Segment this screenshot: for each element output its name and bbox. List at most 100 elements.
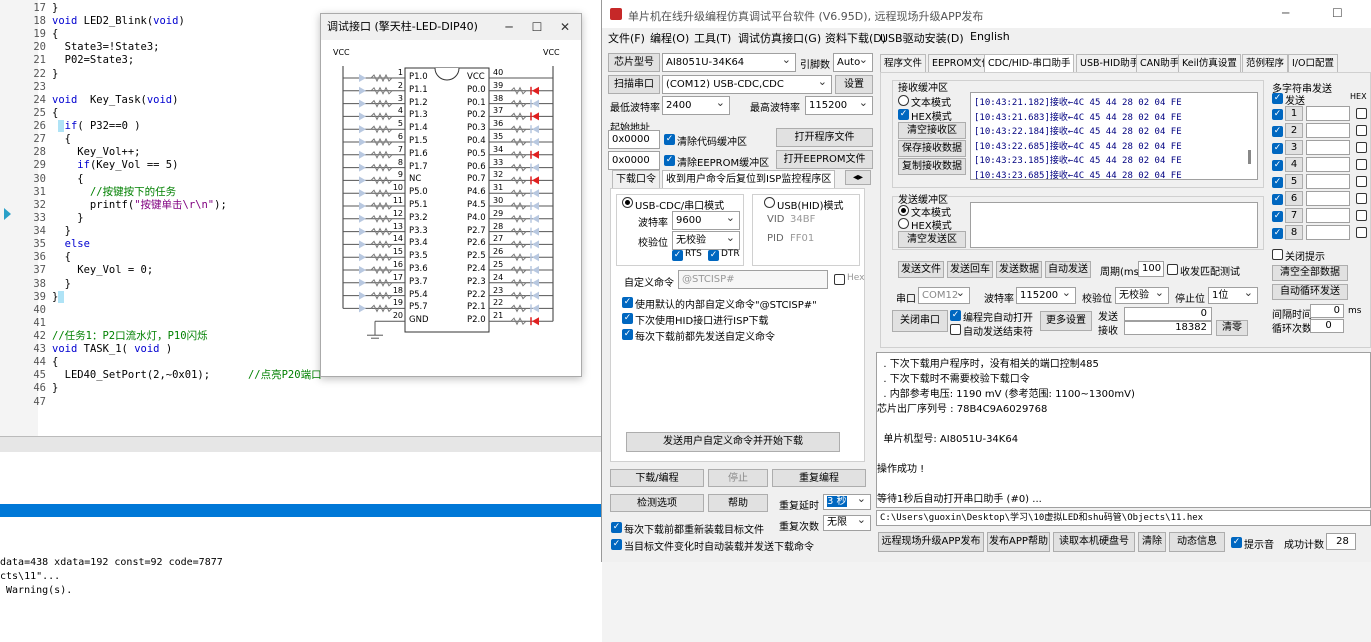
copy-rx-button[interactable]: 复制接收数据 [898, 158, 966, 175]
repeat-count-select[interactable]: 无限 [823, 515, 871, 531]
bottom-button[interactable]: 远程现场升级APP发布 [878, 532, 984, 552]
bottom-button[interactable]: 动态信息 [1169, 532, 1225, 552]
port-select[interactable]: (COM12) USB-CDC,CDC [662, 75, 832, 94]
bottom-button[interactable]: 清除 [1138, 532, 1166, 552]
clear-rx-button[interactable]: 清空接收区 [898, 122, 966, 139]
default-command-checkbox[interactable]: ✓ [622, 297, 633, 308]
scan-port-button[interactable]: 扫描串口 [608, 75, 660, 94]
multi-row-input[interactable] [1306, 157, 1350, 172]
tx-text-mode-radio[interactable] [898, 205, 909, 216]
multi-row-send-button[interactable]: 8 [1285, 225, 1303, 240]
max-baud-select[interactable]: 115200 [805, 96, 873, 115]
open-program-file-button[interactable]: 打开程序文件 [776, 128, 873, 147]
multi-row-send-button[interactable]: 5 [1285, 174, 1303, 189]
multi-row-checkbox[interactable]: ✓ [1272, 177, 1283, 188]
parity2-select[interactable]: 无校验 [1115, 287, 1169, 304]
auto-open-checkbox[interactable]: ✓ [950, 310, 961, 321]
clear-count-button[interactable]: 清零 [1216, 320, 1248, 336]
save-rx-button[interactable]: 保存接收数据 [898, 140, 966, 157]
tab-7[interactable]: I/O口配置 [1288, 54, 1338, 72]
multi-row-send-button[interactable]: 7 [1285, 208, 1303, 223]
multi-row-hex-checkbox[interactable]: ✓ [1356, 159, 1367, 170]
multi-row-input[interactable] [1306, 140, 1350, 155]
more-settings-button[interactable]: 更多设置 [1040, 311, 1092, 331]
tab-reset-isp[interactable]: 收到用户命令后复位到ISP监控程序区 [662, 170, 836, 188]
usb-cdc-mode-radio[interactable] [622, 197, 633, 208]
multi-send-all-checkbox[interactable]: ✓ [1272, 93, 1283, 104]
multi-row-hex-checkbox[interactable]: ✓ [1356, 125, 1367, 136]
parity-select[interactable]: 无校验 [672, 231, 740, 250]
multi-row-send-button[interactable]: 1 [1285, 106, 1303, 121]
multi-row-input[interactable] [1306, 174, 1350, 189]
send-before-checkbox[interactable]: ✓ [622, 329, 633, 340]
help-button[interactable]: 帮助 [708, 494, 768, 512]
custom-command-input[interactable]: @STCISP# [678, 270, 828, 289]
send-file-button[interactable]: 发送文件 [898, 261, 944, 278]
usb-hid-mode-radio[interactable] [764, 197, 775, 208]
multi-row-hex-checkbox[interactable]: ✓ [1356, 227, 1367, 238]
maximize-icon[interactable]: ☐ [1332, 6, 1343, 20]
loop-count-input[interactable]: 0 [1310, 319, 1344, 333]
tab-2[interactable]: CDC/HID-串口助手 [984, 54, 1075, 72]
editor-horizontal-scrollbar[interactable] [0, 436, 602, 452]
tab-3[interactable]: USB-HID助手 [1076, 54, 1144, 72]
clear-code-checkbox[interactable]: ✓ [664, 134, 675, 145]
send-data-button[interactable]: 发送数据 [996, 261, 1042, 278]
multi-row-send-button[interactable]: 2 [1285, 123, 1303, 138]
clear-eeprom-checkbox[interactable]: ✓ [664, 155, 675, 166]
rx-scrollbar-thumb[interactable] [1248, 150, 1251, 164]
multi-row-hex-checkbox[interactable]: ✓ [1356, 108, 1367, 119]
auto-load-checkbox[interactable]: ✓ [611, 539, 622, 550]
minimize-icon[interactable]: ─ [1282, 6, 1289, 20]
min-baud-select[interactable]: 2400 [662, 96, 730, 115]
stc-titlebar[interactable]: 单片机在线升级编程仿真调试平台软件 (V6.95D), 远程现场升级APP发布 … [602, 0, 1371, 28]
auto-send-button[interactable]: 自动发送 [1045, 261, 1091, 278]
menu-item[interactable]: USB驱动安装(D) [880, 30, 964, 46]
multi-row-checkbox[interactable]: ✓ [1272, 211, 1283, 222]
settings-button[interactable]: 设置 [835, 75, 873, 94]
multi-row-checkbox[interactable]: ✓ [1272, 109, 1283, 120]
multi-row-input[interactable] [1306, 106, 1350, 121]
hid-next-checkbox[interactable]: ✓ [622, 313, 633, 324]
chip-model-select[interactable]: AI8051U-34K64 [662, 53, 796, 72]
multi-row-input[interactable] [1306, 225, 1350, 240]
beep-checkbox[interactable]: ✓ [1231, 537, 1242, 548]
stop-bits-select[interactable]: 1位 [1208, 287, 1258, 304]
repeat-delay-select[interactable]: 3 秒 [823, 494, 871, 510]
download-program-button[interactable]: 下载/编程 [610, 469, 704, 487]
close-tip-checkbox[interactable]: ✓ [1272, 249, 1283, 260]
multi-row-send-button[interactable]: 6 [1285, 191, 1303, 206]
tab-scroll-arrows-icon[interactable]: ◂▸ [845, 170, 871, 185]
multi-row-send-button[interactable]: 4 [1285, 157, 1303, 172]
menu-item[interactable]: 工具(T) [694, 30, 731, 46]
multi-row-input[interactable] [1306, 123, 1350, 138]
stop-button[interactable]: 停止 [708, 469, 768, 487]
close-icon[interactable]: ✕ [551, 14, 579, 40]
multi-row-checkbox[interactable]: ✓ [1272, 194, 1283, 205]
send-command-download-button[interactable]: 发送用户自定义命令并开始下载 [626, 432, 840, 452]
tx-hex-mode-radio[interactable] [898, 218, 909, 229]
serial-port-select[interactable]: COM12 [918, 287, 970, 304]
pin-count-select[interactable]: Auto [833, 53, 873, 72]
hex-checkbox[interactable]: ✓ [834, 274, 845, 285]
dtr-checkbox[interactable]: ✓ [708, 250, 719, 261]
rx-textarea[interactable]: [10:43:21.182]接收←4C 45 44 28 02 04 FE [10… [970, 92, 1258, 180]
rts-checkbox[interactable]: ✓ [672, 250, 683, 261]
bottom-button[interactable]: 发布APP帮助 [987, 532, 1050, 552]
multi-row-hex-checkbox[interactable]: ✓ [1356, 210, 1367, 221]
maximize-icon[interactable]: ☐ [523, 14, 551, 40]
rx-hex-mode-checkbox[interactable]: ✓ [898, 109, 909, 120]
tab-0[interactable]: 程序文件 [880, 54, 927, 72]
code-address-input[interactable]: 0x0000 [608, 130, 660, 149]
multi-row-hex-checkbox[interactable]: ✓ [1356, 176, 1367, 187]
tab-6[interactable]: 范例程序 [1242, 54, 1289, 72]
menu-item[interactable]: 文件(F) [608, 30, 645, 46]
match-test-checkbox[interactable]: ✓ [1167, 264, 1178, 275]
rx-text-mode-radio[interactable] [898, 95, 909, 106]
tx-textarea[interactable] [970, 202, 1258, 248]
menu-item[interactable]: 调试仿真接口(G) [738, 30, 821, 46]
send-enter-button[interactable]: 发送回车 [947, 261, 993, 278]
multi-row-checkbox[interactable]: ✓ [1272, 160, 1283, 171]
menu-item[interactable]: English [970, 30, 1010, 43]
check-options-button[interactable]: 检测选项 [610, 494, 704, 512]
